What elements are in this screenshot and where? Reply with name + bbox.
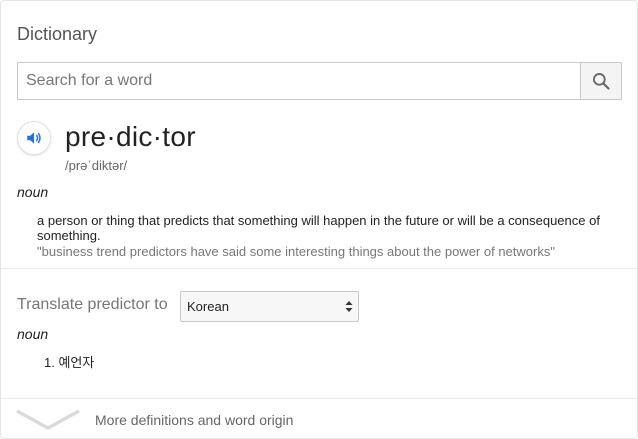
select-arrows-icon (345, 301, 353, 312)
language-select[interactable]: Korean (180, 291, 359, 322)
more-definitions-link[interactable]: More definitions and word origin (95, 412, 293, 428)
chevron-down-icon[interactable] (15, 407, 81, 431)
headword: pre·dic·tor (65, 121, 196, 152)
translation-item: 1. 예언자 (44, 352, 94, 371)
translation-item-text: 예언자 (58, 355, 95, 370)
language-select-value: Korean (187, 299, 229, 314)
search-button[interactable] (580, 63, 621, 99)
search-input[interactable] (18, 63, 580, 99)
divider (1, 268, 637, 269)
pronunciation-audio-button[interactable] (17, 121, 51, 155)
definition-text: a person or thing that predicts that som… (37, 213, 600, 243)
divider (1, 398, 637, 399)
part-of-speech: noun (17, 184, 49, 200)
dictionary-card: Dictionary pre·dic·tor /prəˈdiktər/ noun… (0, 0, 638, 439)
translation-item-number: 1. (44, 355, 55, 370)
search-box (17, 62, 622, 100)
speaker-icon (27, 132, 41, 144)
search-icon (593, 73, 610, 90)
example-sentence: "business trend predictors have said som… (37, 244, 555, 259)
translate-label: Translate predictor to (17, 296, 168, 313)
translation-part-of-speech: noun (17, 326, 49, 342)
phonetic-spelling: /prəˈdiktər/ (65, 158, 128, 173)
dictionary-title: Dictionary (17, 24, 98, 44)
